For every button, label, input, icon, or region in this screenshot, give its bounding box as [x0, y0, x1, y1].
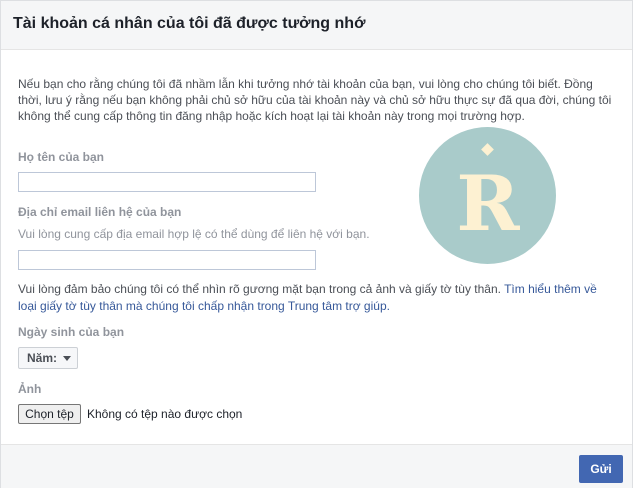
photo-label: Ảnh	[18, 382, 42, 396]
svg-text:R: R	[456, 159, 520, 248]
intro-text: Nếu bạn cho rằng chúng tôi đã nhầm lẫn k…	[18, 77, 612, 123]
chevron-down-icon	[63, 355, 72, 361]
watermark-logo: R	[419, 127, 556, 264]
identity-notice-text: Vui lòng đảm bảo chúng tôi có thể nhìn r…	[18, 282, 505, 296]
dialog-footer: Gửi	[1, 444, 632, 488]
choose-file-button[interactable]: Chọn tệp	[18, 404, 81, 424]
submit-button[interactable]: Gửi	[579, 455, 623, 483]
name-label: Họ tên của bạn	[18, 150, 105, 164]
dialog-header: Tài khoản cá nhân của tôi đã được tưởng …	[1, 1, 632, 50]
dialog-title: Tài khoản cá nhân của tôi đã được tưởng …	[13, 15, 366, 32]
birthday-label: Ngày sinh của bạn	[18, 325, 125, 339]
dialog: Tài khoản cá nhân của tôi đã được tưởng …	[0, 0, 633, 488]
file-status: Không có tệp nào được chọn	[87, 407, 243, 421]
email-label: Địa chỉ email liên hệ của bạn	[18, 205, 182, 219]
email-hint: Vui lòng cung cấp địa email hợp lệ có th…	[18, 227, 370, 241]
year-select-label: Năm:	[27, 351, 58, 365]
name-input[interactable]	[18, 172, 316, 192]
identity-notice: Vui lòng đảm bảo chúng tôi có thể nhìn r…	[18, 281, 618, 315]
email-input[interactable]	[18, 250, 316, 270]
year-select[interactable]: Năm:	[18, 347, 78, 369]
